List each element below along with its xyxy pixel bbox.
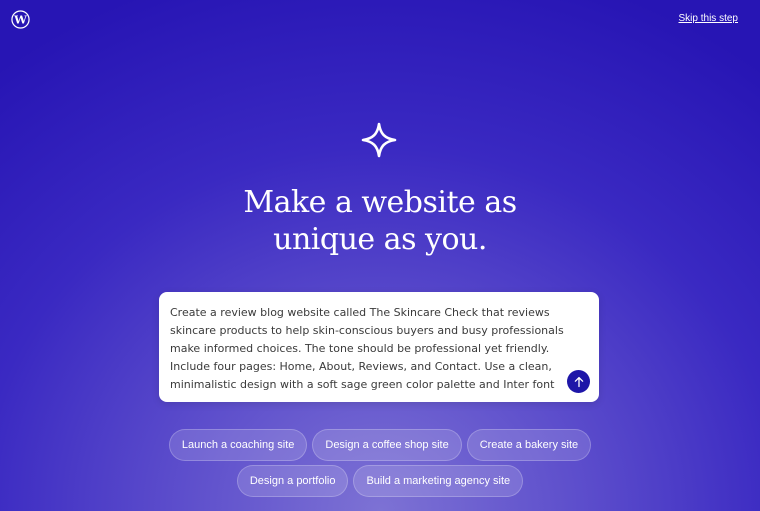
submit-button[interactable] [567, 370, 590, 393]
site-description-input[interactable]: Create a review blog website called The … [170, 304, 565, 396]
suggestion-chip-coaching[interactable]: Launch a coaching site [168, 429, 308, 461]
arrow-up-icon [574, 376, 583, 387]
wordpress-logo-icon[interactable]: W [11, 10, 30, 29]
suggestion-row-2: Design a portfolio Build a marketing age… [0, 465, 760, 497]
suggestion-row-1: Launch a coaching site Design a coffee s… [0, 429, 760, 461]
suggestion-chip-marketing-agency[interactable]: Build a marketing agency site [353, 465, 524, 497]
skip-this-step-link[interactable]: Skip this step [679, 13, 738, 24]
sparkle-icon [361, 122, 397, 158]
headline-line-2: unique as you. [273, 222, 487, 257]
svg-text:W: W [13, 12, 27, 26]
suggestion-chip-bakery[interactable]: Create a bakery site [466, 429, 592, 461]
page-headline: Make a website as unique as you. [0, 184, 760, 258]
headline-line-1: Make a website as [243, 185, 517, 220]
suggestion-chip-portfolio[interactable]: Design a portfolio [236, 465, 349, 497]
suggestion-chip-coffee-shop[interactable]: Design a coffee shop site [312, 429, 462, 461]
prompt-container: Create a review blog website called The … [159, 292, 599, 402]
